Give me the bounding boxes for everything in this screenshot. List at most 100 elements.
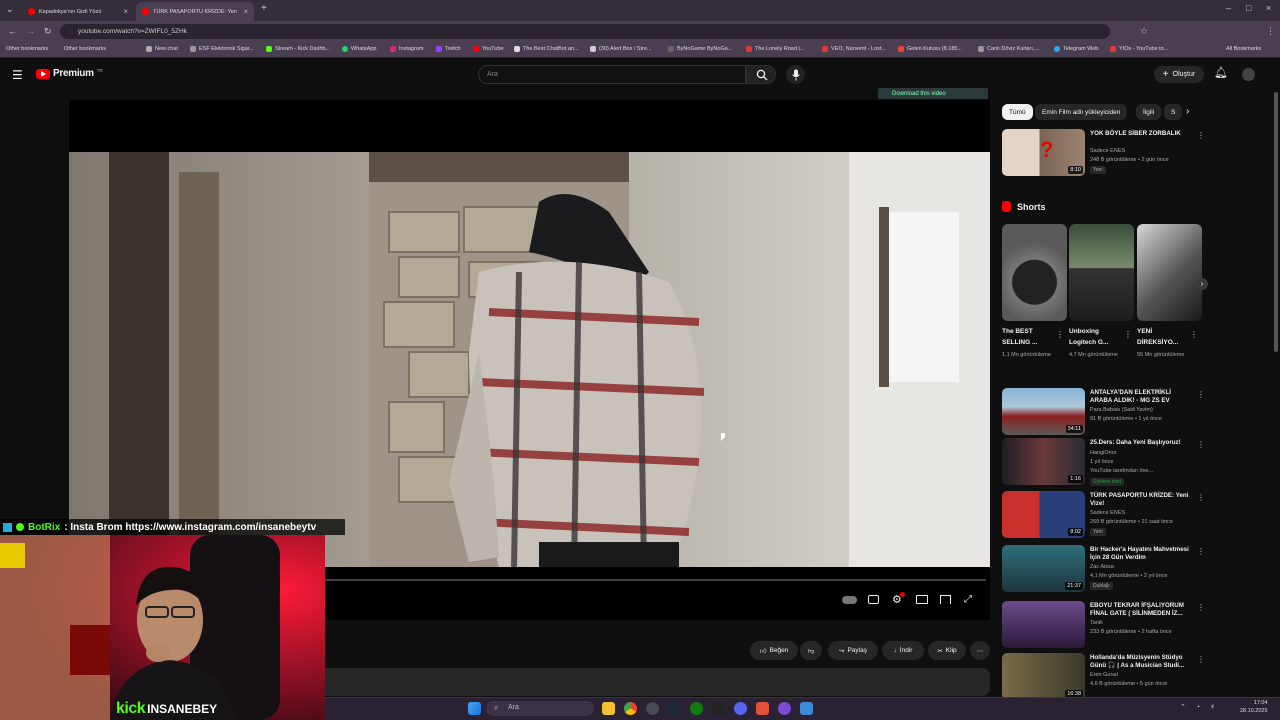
short-thumbnail[interactable] xyxy=(1069,224,1134,321)
youtube-logo[interactable]: Premium TR xyxy=(36,68,103,79)
app-icon[interactable] xyxy=(800,702,813,715)
recommended-video[interactable]: 34:11 ANTALYA'DAN ELEKTRİKLİ ARABA ALDIK… xyxy=(1002,388,1205,438)
cast-icon[interactable] xyxy=(940,595,951,604)
hamburger-menu-icon[interactable]: ☰ xyxy=(12,68,23,82)
bookmark-item[interactable]: (30) Alert Box / Stre... xyxy=(590,46,652,52)
system-tray[interactable]: ⌃ ◔ ⚡ xyxy=(1180,703,1219,711)
xbox-icon[interactable] xyxy=(690,702,703,715)
close-tab-icon[interactable]: × xyxy=(123,7,128,16)
voice-search-button[interactable] xyxy=(786,65,805,84)
account-avatar[interactable] xyxy=(1242,68,1255,81)
video-meta: 269 B görüntüleme • 21 saat önce xyxy=(1090,519,1173,525)
more-options-icon[interactable]: ⋮ xyxy=(1197,603,1205,612)
windows-start-icon[interactable] xyxy=(468,702,481,715)
like-button[interactable]: 👍︎ Beğen xyxy=(750,641,798,660)
bookmark-item[interactable]: Other bookmarks xyxy=(6,46,48,52)
file-explorer-icon[interactable] xyxy=(602,702,615,715)
short-thumbnail[interactable] xyxy=(1137,224,1202,321)
miniplayer-icon[interactable] xyxy=(916,595,928,604)
bookmark-item[interactable]: Twitch xyxy=(436,46,461,52)
bookmark-item[interactable]: The Best ChatBot an... xyxy=(514,46,579,52)
short-thumbnail[interactable] xyxy=(1002,224,1067,321)
fullscreen-icon[interactable]: ⤢ xyxy=(964,594,972,605)
reload-icon[interactable]: ↻ xyxy=(44,26,52,37)
more-options-icon[interactable]: ⋮ xyxy=(1197,547,1205,556)
taskbar-search[interactable]: ⌕ Ara xyxy=(486,701,594,716)
more-options-icon[interactable]: ⋮ xyxy=(1197,655,1205,664)
bookmark-item[interactable]: YouTube xyxy=(473,46,504,52)
minimize-icon[interactable]: – xyxy=(1226,3,1231,13)
bookmark-item[interactable]: WhatsApp xyxy=(342,46,376,52)
chrome-icon[interactable] xyxy=(624,702,637,715)
chip-uploader[interactable]: Emin Film adlı yükleyiciden xyxy=(1035,104,1128,120)
more-options-icon[interactable]: ⋮ xyxy=(1190,330,1198,339)
more-options-icon[interactable]: ⋮ xyxy=(1197,131,1205,140)
channel-name: Tanik xyxy=(1090,620,1103,626)
tab-list-icon[interactable]: ⌄ xyxy=(6,4,14,15)
more-options-icon[interactable]: ⋮ xyxy=(1197,493,1205,502)
search-input[interactable]: Ara xyxy=(478,65,746,84)
bookmark-item[interactable]: Gelen Kutusu (8.185... xyxy=(898,46,962,52)
app-icon[interactable] xyxy=(756,702,769,715)
chrome-alt-icon[interactable] xyxy=(646,702,659,715)
subtitles-icon[interactable] xyxy=(868,595,879,604)
recommended-video[interactable]: 1:16 25.Ders: Daha Yeni Başlıyoruz! Hang… xyxy=(1002,438,1205,488)
more-options-icon[interactable]: ⋮ xyxy=(1056,330,1064,339)
chip-all[interactable]: Tümü xyxy=(1002,104,1033,120)
recommended-video[interactable]: ? 8:10 YOK BÖYLE SİBER ZORBALIK Sadece E… xyxy=(1002,129,1205,179)
recommended-video[interactable]: EBOYU TEKRAR İFŞALIYORUM FİNAL GATE ( Sİ… xyxy=(1002,601,1205,651)
create-button[interactable]: + Oluştur xyxy=(1154,66,1204,83)
clip-button[interactable]: ✂ Klip xyxy=(928,641,966,660)
video-frame[interactable] xyxy=(69,152,990,567)
dislike-button[interactable]: 👎︎ xyxy=(800,641,822,660)
download-video-banner[interactable]: Download this video xyxy=(878,88,988,99)
new-tab-icon[interactable]: + xyxy=(261,3,267,14)
search-button[interactable] xyxy=(746,65,776,84)
menu-icon[interactable]: ⋮ xyxy=(1266,26,1275,37)
recommended-video[interactable]: 16:38 Hollanda'da Müzisyenin Stüdyo Günü… xyxy=(1002,653,1205,703)
notifications-bell-icon[interactable]: 🔔︎ xyxy=(1214,66,1228,79)
bookmark-star-icon[interactable]: ☆ xyxy=(1140,26,1148,37)
back-icon[interactable]: ← xyxy=(8,26,17,36)
app-icon[interactable] xyxy=(778,702,791,715)
bookmark-item[interactable]: ByNoGame ByNoGa... xyxy=(668,46,732,52)
bookmark-item[interactable]: The Lonely Road |... xyxy=(746,46,804,52)
bookmark-item[interactable]: YIOs - YouTube to... xyxy=(1110,46,1168,52)
maximize-icon[interactable]: □ xyxy=(1246,3,1251,13)
terminal-icon[interactable] xyxy=(712,702,725,715)
share-button[interactable]: ↪ Paylaş xyxy=(828,641,878,660)
recommended-video[interactable]: 8:02 TÜRK PASAPORTU KRİZDE: Yeni Vize! S… xyxy=(1002,491,1205,541)
browser-tab-2[interactable]: TÜRK PASAPORTU KRİZDE: Yen × xyxy=(136,2,254,21)
browser-tab-1[interactable]: Kapadokya'nın Gizli Yüzü × xyxy=(22,2,134,21)
bookmark-item[interactable]: Telegram Web xyxy=(1054,46,1098,52)
chip-related[interactable]: İlgili xyxy=(1136,104,1162,120)
bookmark-item[interactable]: Canlı Döviz Kurları,... xyxy=(978,46,1039,52)
close-window-icon[interactable]: × xyxy=(1266,3,1271,13)
more-options-icon[interactable]: ⋮ xyxy=(1124,330,1132,339)
autoplay-toggle[interactable] xyxy=(842,596,857,604)
bookmark-item[interactable]: VEO, Nanvent - Lost... xyxy=(822,46,886,52)
chips-next-icon[interactable]: › xyxy=(1186,106,1189,117)
shorts-next-icon[interactable]: › xyxy=(1196,278,1208,290)
download-button[interactable]: ↓ İndir xyxy=(882,641,924,660)
system-clock[interactable]: 17:04 28.10.2025 xyxy=(1240,699,1268,715)
more-options-icon[interactable]: ⋮ xyxy=(1197,440,1205,449)
video-progress-bar[interactable] xyxy=(324,579,986,581)
bookmark-item[interactable]: ESF Elektronik Sigar... xyxy=(190,46,254,52)
more-actions-button[interactable]: ⋯ xyxy=(970,641,990,660)
more-options-icon[interactable]: ⋮ xyxy=(1197,390,1205,399)
bookmark-item[interactable]: New chat xyxy=(146,46,178,52)
steam-icon[interactable] xyxy=(668,702,681,715)
all-bookmarks[interactable]: All Bookmarks xyxy=(1226,46,1261,52)
forward-icon[interactable]: → xyxy=(26,26,35,36)
close-tab-icon[interactable]: × xyxy=(243,7,248,16)
url-field[interactable]: youtube.com/watch?v=ZWIFL0_5ZHk xyxy=(60,24,1110,39)
video-meta: 1 yıl önce xyxy=(1090,459,1114,465)
page-scrollbar[interactable] xyxy=(1274,92,1278,352)
chip-more[interactable]: S xyxy=(1164,104,1182,120)
recommended-video[interactable]: 21:37 Bir Hacker'a Hayatını Mahvetmesi İ… xyxy=(1002,545,1205,595)
bookmark-item[interactable]: Other bookmarks xyxy=(64,46,106,52)
discord-icon[interactable] xyxy=(734,702,747,715)
bookmark-item[interactable]: Stream - Kick Dashb... xyxy=(266,46,330,52)
bookmark-item[interactable]: Instagram xyxy=(390,46,423,52)
